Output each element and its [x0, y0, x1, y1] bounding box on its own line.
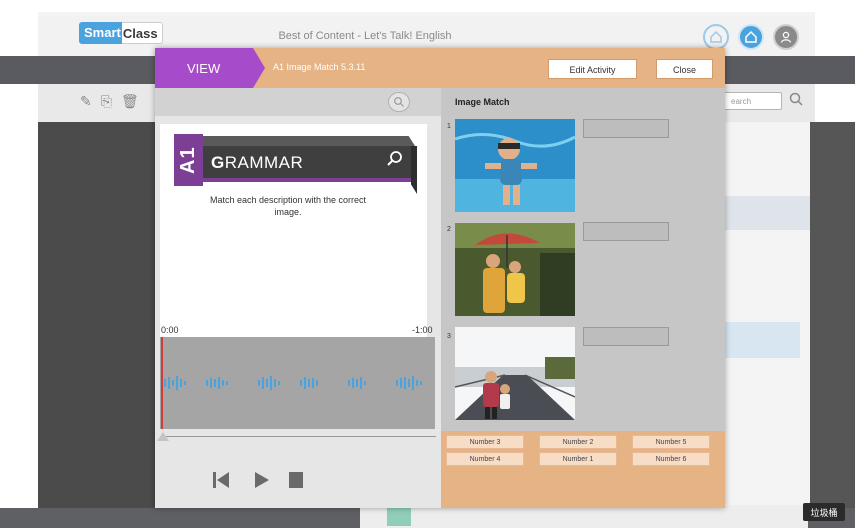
magnifier-icon: [386, 150, 404, 173]
stop-icon: [289, 472, 303, 488]
heading-underline: [203, 178, 411, 182]
question-number: 2: [447, 226, 451, 233]
image-woman-child-boardwalk: [455, 327, 575, 420]
trash-tooltip: 垃圾桶: [803, 503, 845, 521]
app-title: Best of Content - Let's Talk! English: [278, 30, 452, 42]
zoom-icon: [394, 97, 404, 107]
stop-button[interactable]: [287, 470, 307, 490]
choice-chip[interactable]: Number 2: [539, 435, 617, 449]
activity-title: Image Match: [455, 97, 510, 107]
bottom-tab[interactable]: [387, 506, 411, 526]
slide-heading: GRAMMAR: [203, 146, 411, 178]
playhead[interactable]: [161, 337, 163, 429]
question-number: 1: [447, 123, 451, 130]
left-dim-area: [38, 122, 158, 508]
view-tab: VIEW: [155, 48, 253, 88]
audio-waveform[interactable]: [160, 337, 435, 429]
home-outline-icon: [710, 30, 722, 43]
question-number: 3: [447, 333, 451, 340]
heading-rest: RAMMAR: [224, 153, 304, 172]
answer-drop-box[interactable]: [583, 119, 669, 138]
level-badge: A1: [174, 134, 203, 186]
view-tab-arrow: [253, 48, 265, 88]
home-button[interactable]: [738, 24, 764, 50]
zoom-button[interactable]: [388, 92, 410, 112]
search-input[interactable]: earch: [716, 92, 782, 110]
choice-chip[interactable]: Number 6: [632, 452, 710, 466]
skip-back-button[interactable]: [211, 470, 231, 490]
background-row-selected: [724, 322, 800, 358]
seek-bar[interactable]: [166, 436, 436, 437]
time-elapsed: 0:00: [161, 325, 179, 335]
image-mother-child-umbrella: [455, 223, 575, 316]
play-button[interactable]: [252, 470, 272, 490]
answer-drop-box[interactable]: [583, 222, 669, 241]
edit-activity-button[interactable]: Edit Activity: [548, 59, 637, 79]
heading-initial: G: [211, 153, 225, 172]
user-button[interactable]: [773, 24, 799, 50]
background-row: [724, 196, 810, 230]
user-icon: [780, 31, 792, 43]
play-icon: [255, 472, 269, 488]
slide-instruction: Match each description with the correct …: [209, 195, 367, 217]
activity-name: A1 Image Match 5.3.11: [273, 62, 366, 72]
close-button[interactable]: Close: [656, 59, 713, 79]
toolbar-icons: ✎ ⎘ 🗑: [80, 93, 139, 110]
home-icon: [745, 30, 757, 43]
bottom-panel: [360, 505, 808, 528]
trash-icon[interactable]: 🗑: [121, 93, 139, 110]
home-outline-button[interactable]: [703, 24, 729, 50]
image-child-swimming: [455, 119, 575, 212]
choice-chip[interactable]: Number 3: [446, 435, 524, 449]
pencil-icon[interactable]: ✎: [80, 93, 92, 110]
answer-drop-box[interactable]: [583, 327, 669, 346]
heading-banner-top: [203, 136, 415, 146]
right-dim-area: [810, 122, 855, 518]
time-remaining: -1:00: [412, 325, 433, 335]
choice-chip[interactable]: Number 5: [632, 435, 710, 449]
seek-handle[interactable]: [157, 432, 169, 441]
search-icon[interactable]: [788, 91, 808, 111]
choice-chip[interactable]: Number 4: [446, 452, 524, 466]
copy-icon[interactable]: ⎘: [101, 93, 112, 110]
skip-back-icon: [213, 472, 229, 488]
choice-chip[interactable]: Number 1: [539, 452, 617, 466]
